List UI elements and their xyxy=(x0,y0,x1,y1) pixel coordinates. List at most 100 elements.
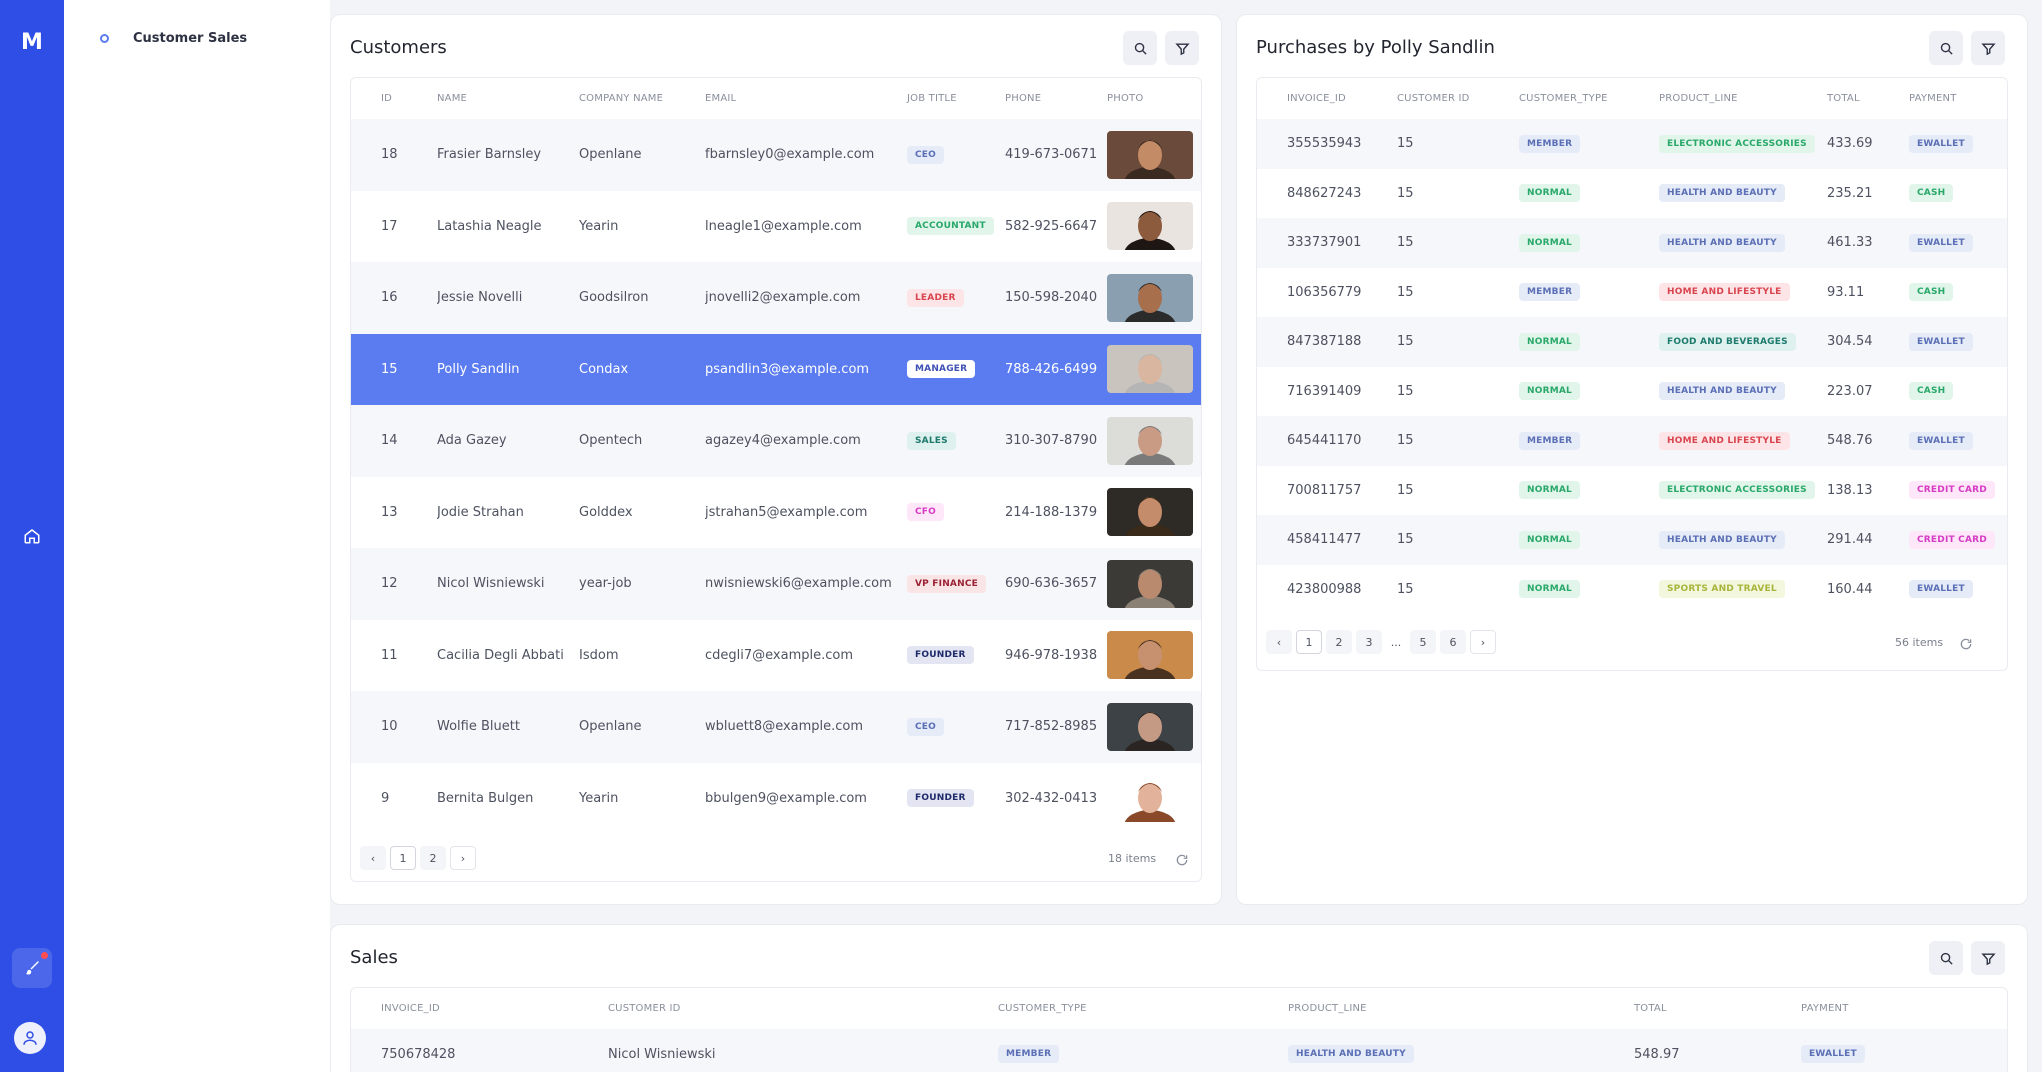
table-row[interactable]: 17 Latashia Neagle Yearin lneagle1@example.… xyxy=(351,191,1201,263)
column-header[interactable]: CUSTOMER_TYPE xyxy=(1519,78,1659,119)
table-row[interactable]: 355535943 15 MEMBER ELECTRONIC ACCESSORIES 4… xyxy=(1257,119,2007,169)
row-spacer xyxy=(1257,565,1287,615)
invoice-cell: 848627243 xyxy=(1287,185,1362,201)
name-cell: Jessie Novelli xyxy=(437,262,579,334)
refresh-icon[interactable] xyxy=(1175,853,1189,867)
menu-item-customer-sales[interactable]: Customer Sales xyxy=(100,31,247,46)
table-row[interactable]: 458411477 15 NORMAL HEALTH AND BEAUTY 291.44… xyxy=(1257,515,2007,565)
row-spacer xyxy=(1257,367,1287,417)
customer-type-cell: NORMAL xyxy=(1519,565,1659,615)
column-header[interactable]: ID xyxy=(381,78,437,119)
row-spacer xyxy=(351,191,381,263)
column-header[interactable]: PAYMENT xyxy=(1801,988,2007,1029)
column-header[interactable]: PRODUCT_LINE xyxy=(1659,78,1827,119)
column-header[interactable]: PRODUCT_LINE xyxy=(1288,988,1634,1029)
job-title-badge: CEO xyxy=(907,717,945,736)
table-row[interactable]: 18 Frasier Barnsley Openlane fbarnsley0@exa… xyxy=(351,119,1201,191)
company-cell: Openlane xyxy=(579,691,705,763)
email-cell: lneagle1@example.com xyxy=(705,218,862,234)
column-header[interactable]: TOTAL xyxy=(1634,988,1801,1029)
search-icon[interactable] xyxy=(1123,31,1157,65)
next-page-button[interactable]: › xyxy=(450,846,476,870)
side-menu: Customer Sales xyxy=(64,0,330,1072)
id-cell: 11 xyxy=(381,647,398,663)
table-row[interactable]: 848627243 15 NORMAL HEALTH AND BEAUTY 235.21… xyxy=(1257,169,2007,219)
page-button[interactable]: 1 xyxy=(390,846,416,870)
table-row[interactable]: 16 Jessie Novelli Goodsilron jnovelli2@exam… xyxy=(351,262,1201,334)
table-row[interactable]: 11 Cacilia Degli Abbati Isdom cdegli7@examp… xyxy=(351,620,1201,692)
prev-page-button[interactable]: ‹ xyxy=(360,846,386,870)
column-header[interactable]: JOB TITLE xyxy=(907,78,1005,119)
product-line-cell: SPORTS AND TRAVEL xyxy=(1659,565,1827,615)
column-header[interactable]: EMAIL xyxy=(705,78,907,119)
search-icon[interactable] xyxy=(1929,941,1963,975)
phone-cell: 946-978-1938 xyxy=(1005,647,1098,663)
customers-table: ID NAME COMPANY NAME EMAIL JOB TITLE PHONE PHO… xyxy=(350,77,1202,882)
filter-icon[interactable] xyxy=(1165,31,1199,65)
search-icon[interactable] xyxy=(1929,31,1963,65)
total-cell: 548.97 xyxy=(1634,1029,1801,1072)
page-button[interactable]: 6 xyxy=(1440,630,1466,654)
brush-icon[interactable] xyxy=(12,948,52,988)
name-cell: Nicol Wisniewski xyxy=(437,548,579,620)
payment-badge: CREDIT CARD xyxy=(1909,481,1995,500)
product-line-badge: HEALTH AND BEAUTY xyxy=(1659,184,1785,203)
company-cell: year-job xyxy=(579,548,705,620)
payment-badge: EWALLET xyxy=(1909,431,1973,450)
user-icon[interactable] xyxy=(14,1022,46,1054)
column-header[interactable]: COMPANY NAME xyxy=(579,78,705,119)
page-button[interactable]: 1 xyxy=(1296,630,1322,654)
table-row[interactable]: 423800988 15 NORMAL SPORTS AND TRAVEL 160.44… xyxy=(1257,565,2007,615)
table-row[interactable]: 15 Polly Sandlin Condax psandlin3@example.c… xyxy=(351,333,1201,405)
table-row[interactable]: 333737901 15 NORMAL HEALTH AND BEAUTY 461.33… xyxy=(1257,218,2007,268)
table-row[interactable]: 10 Wolfie Bluett Openlane wbluett8@example.… xyxy=(351,691,1201,763)
customer-id-cell: 15 xyxy=(1397,515,1519,565)
page-button[interactable]: 5 xyxy=(1410,630,1436,654)
table-row[interactable]: 12 Nicol Wisniewski year-job nwisniewski6@e… xyxy=(351,548,1201,620)
table-row[interactable]: 847387188 15 NORMAL FOOD AND BEVERAGES 304.5… xyxy=(1257,317,2007,367)
company-cell: Isdom xyxy=(579,647,619,663)
company-cell: Goodsilron xyxy=(579,262,705,334)
table-row[interactable]: 13 Jodie Strahan Golddex jstrahan5@example.… xyxy=(351,477,1201,549)
refresh-icon[interactable] xyxy=(1959,637,1973,651)
table-row[interactable]: 106356779 15 MEMBER HOME AND LIFESTYLE 93.11… xyxy=(1257,268,2007,318)
company-cell: Opentech xyxy=(579,405,705,477)
next-page-button[interactable]: › xyxy=(1470,630,1496,654)
product-line-cell: HEALTH AND BEAUTY xyxy=(1659,169,1827,219)
page-button[interactable]: 2 xyxy=(1326,630,1352,654)
customer-type-cell: NORMAL xyxy=(1519,367,1659,417)
email-cell: jnovelli2@example.com xyxy=(705,262,907,334)
table-row[interactable]: 750678428 Nicol Wisniewski MEMBER HEALTH AN… xyxy=(351,1029,2007,1072)
header-spacer xyxy=(351,988,381,1029)
invoice-cell: 333737901 xyxy=(1287,218,1397,268)
filter-icon[interactable] xyxy=(1971,31,2005,65)
name-cell: Latashia Neagle xyxy=(437,218,542,234)
column-header[interactable]: CUSTOMER_TYPE xyxy=(998,988,1288,1029)
table-row[interactable]: 14 Ada Gazey Opentech agazey4@example.com SA… xyxy=(351,405,1201,477)
column-header[interactable]: PHOTO xyxy=(1107,78,1201,119)
column-header[interactable]: TOTAL xyxy=(1827,78,1909,119)
photo-cell xyxy=(1107,119,1201,191)
column-header[interactable]: CUSTOMER ID xyxy=(1397,78,1519,119)
column-header[interactable]: INVOICE_ID xyxy=(381,988,608,1029)
product-line-cell: ELECTRONIC ACCESSORIES xyxy=(1659,119,1827,169)
column-header[interactable]: CUSTOMER ID xyxy=(608,988,998,1029)
app-rail: M xyxy=(0,0,64,1072)
prev-page-button[interactable]: ‹ xyxy=(1266,630,1292,654)
table-row[interactable]: 645441170 15 MEMBER HOME AND LIFESTYLE 548.7… xyxy=(1257,416,2007,466)
table-row[interactable]: 700811757 15 NORMAL ELECTRONIC ACCESSORIES 1… xyxy=(1257,466,2007,516)
table-row[interactable]: 716391409 15 NORMAL HEALTH AND BEAUTY 223.07… xyxy=(1257,367,2007,417)
purchases-title: Purchases by Polly Sandlin xyxy=(1256,37,1495,58)
home-icon[interactable] xyxy=(12,516,52,556)
column-header[interactable]: PAYMENT xyxy=(1909,78,2007,119)
table-row[interactable]: 9 Bernita Bulgen Yearin bbulgen9@example.co… xyxy=(351,763,1201,835)
column-header[interactable]: INVOICE_ID xyxy=(1287,78,1397,119)
filter-icon[interactable] xyxy=(1971,941,2005,975)
app-logo[interactable]: M xyxy=(0,30,64,55)
page-button[interactable]: 2 xyxy=(420,846,446,870)
column-header[interactable]: PHONE xyxy=(1005,78,1107,119)
row-spacer xyxy=(1257,218,1287,268)
row-spacer xyxy=(351,477,381,549)
column-header[interactable]: NAME xyxy=(437,78,579,119)
page-button[interactable]: 3 xyxy=(1356,630,1382,654)
